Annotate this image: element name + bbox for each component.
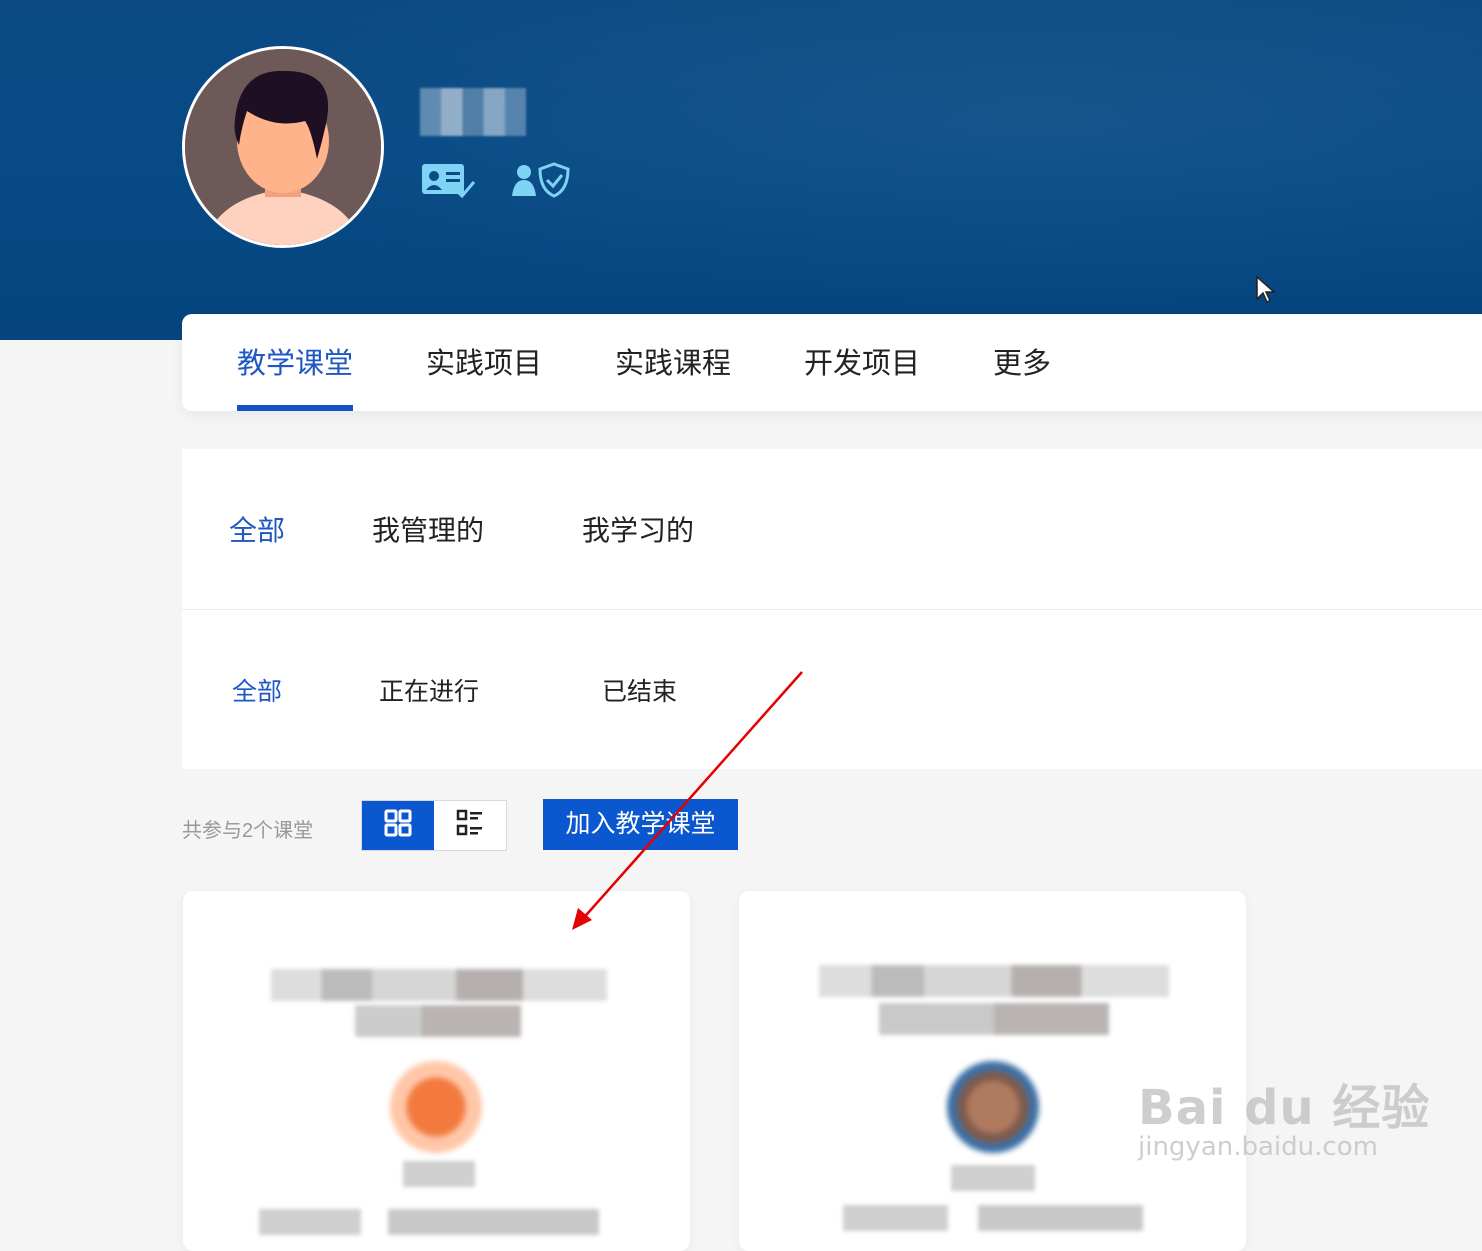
view-toggle [361,800,507,851]
filter-panel: 全部 我管理的 我学习的 全部 正在进行 已结束 [182,449,1482,769]
tab-dev-project[interactable]: 开发项目 [804,314,920,411]
course-title-blurred [271,969,607,1001]
course-subtitle-blurred [879,1003,1109,1035]
teacher-name-blurred [951,1165,1035,1191]
tab-teaching-classroom[interactable]: 教学课堂 [237,314,354,411]
role-filter-all[interactable]: 全部 [229,509,285,549]
teacher-avatar [947,1061,1039,1153]
mouse-cursor-icon [1255,275,1277,308]
course-title-blurred [819,965,1169,997]
role-filter-learning[interactable]: 我学习的 [582,509,694,549]
teacher-name-blurred [403,1161,475,1187]
status-filter-ongoing[interactable]: 正在进行 [379,672,479,708]
tab-practice-course[interactable]: 实践课程 [615,314,731,411]
list-view-icon [456,809,484,842]
baidu-jingyan-watermark: Bai du 经验 jingyan.baidu.com [1138,1080,1431,1162]
course-meta-blurred [843,1205,1143,1231]
status-filter-ended[interactable]: 已结束 [602,672,677,708]
user-shield-icon[interactable] [508,160,572,205]
role-filter-managed[interactable]: 我管理的 [372,509,484,549]
classroom-count: 共参与2个课堂 [182,820,314,842]
list-view-button[interactable] [434,801,506,850]
teacher-avatar [390,1061,482,1153]
main-tab-bar: 教学课堂 实践项目 实践课程 开发项目 更多 [182,314,1482,411]
join-classroom-button[interactable]: 加入教学课堂 [543,799,738,850]
course-meta-blurred [259,1209,599,1235]
tab-practice-project[interactable]: 实践项目 [426,314,542,411]
status-filter-all[interactable]: 全部 [232,672,282,708]
id-card-check-icon[interactable] [420,160,476,205]
grid-view-button[interactable] [362,801,434,850]
user-avatar[interactable] [182,46,384,248]
grid-view-icon [384,809,412,842]
filter-divider [182,609,1482,610]
course-card[interactable] [183,891,690,1251]
tab-more[interactable]: 更多 [993,314,1051,411]
username-blurred [420,88,526,136]
course-subtitle-blurred [355,1005,521,1037]
